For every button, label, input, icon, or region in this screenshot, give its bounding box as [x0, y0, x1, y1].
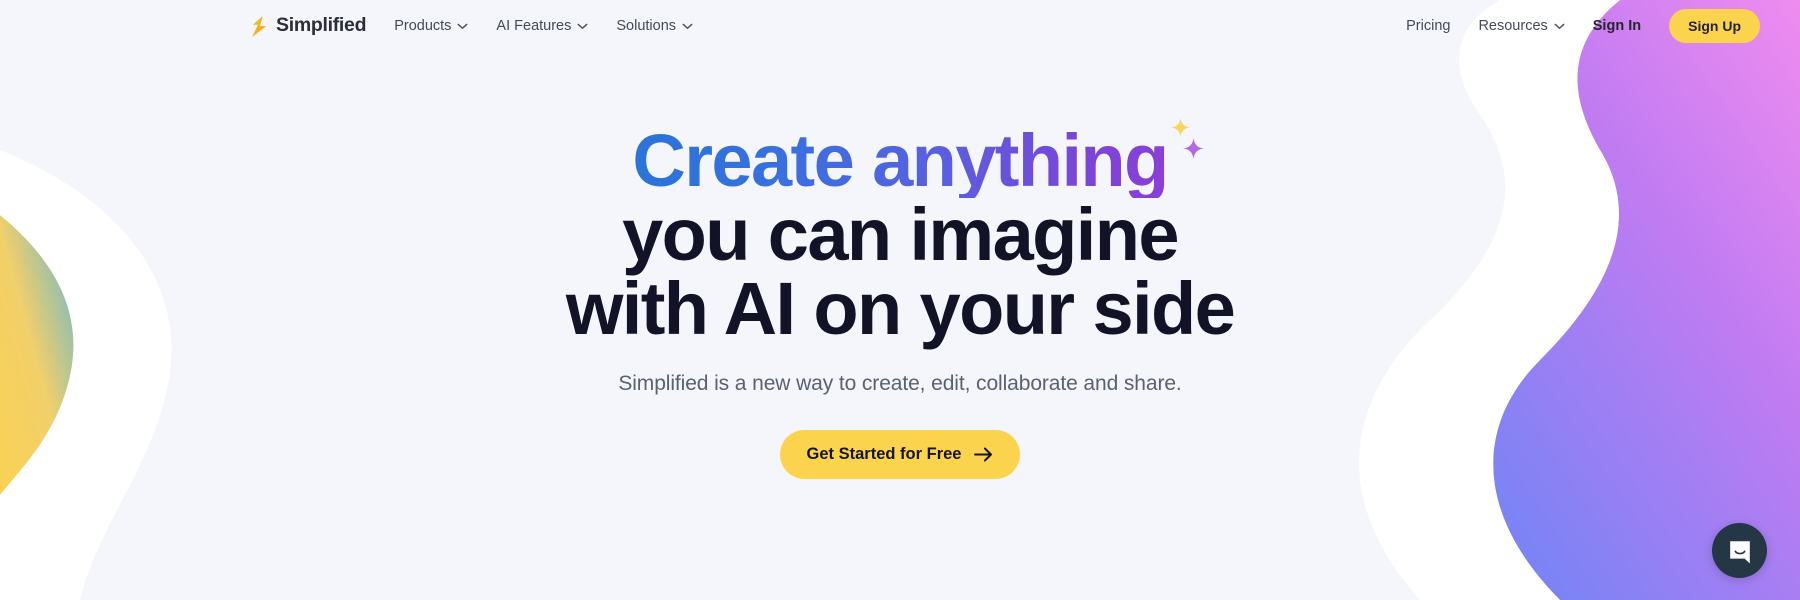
cta-row: Get Started for Free	[0, 430, 1800, 479]
headline-line-3: with AI on your side	[565, 267, 1236, 350]
nav-links: Products AI Features Solutions	[394, 18, 693, 34]
headline-line-1: Create anything	[632, 119, 1169, 202]
navbar: Simplified Products AI Features Solution…	[0, 0, 1800, 52]
chat-bubble-smile-icon	[1729, 540, 1750, 563]
nav-item-label: Solutions	[616, 18, 677, 34]
get-started-button[interactable]: Get Started for Free	[779, 430, 1021, 479]
lightning-bolt-icon	[252, 15, 267, 37]
page-root: Simplified Products AI Features Solution…	[0, 0, 1800, 600]
nav-item-label: AI Features	[496, 18, 572, 34]
headline-line-1-wrapper: Create anything	[0, 118, 1800, 202]
nav-item-ai-features[interactable]: AI Features	[496, 18, 588, 34]
sign-in-link[interactable]: Sign In	[1593, 18, 1641, 34]
nav-right-group: Pricing Resources Sign In Sign Up	[1406, 9, 1760, 43]
brand-logo[interactable]: Simplified	[250, 14, 367, 37]
hero-section: Create anything you can imagine with AI …	[0, 52, 1800, 479]
nav-item-label: Products	[394, 18, 452, 34]
get-started-label: Get Started for Free	[806, 445, 962, 463]
headline-line-2: you can imagine	[622, 193, 1179, 276]
nav-item-resources[interactable]: Resources	[1478, 18, 1565, 34]
hero-subtitle: Simplified is a new way to create, edit,…	[618, 372, 1182, 395]
chevron-down-icon	[682, 23, 693, 29]
chevron-down-icon	[1554, 23, 1565, 29]
chevron-down-icon	[457, 23, 468, 29]
nav-item-products[interactable]: Products	[394, 18, 468, 34]
chevron-down-icon	[577, 23, 588, 29]
headline-gradient-wrapper: Create anything	[632, 118, 1204, 202]
brand-name: Simplified	[276, 14, 367, 37]
sparkle-star-icon-yellow	[1170, 118, 1190, 137]
sparkle-star-icon-purple	[1182, 138, 1204, 159]
arrow-right-icon	[974, 447, 993, 462]
chat-widget-button[interactable]	[1712, 523, 1767, 578]
nav-item-pricing[interactable]: Pricing	[1406, 18, 1450, 34]
nav-item-label: Resources	[1478, 18, 1548, 34]
nav-item-solutions[interactable]: Solutions	[616, 18, 693, 34]
sign-up-button[interactable]: Sign Up	[1669, 9, 1760, 43]
nav-item-label: Pricing	[1406, 18, 1451, 34]
